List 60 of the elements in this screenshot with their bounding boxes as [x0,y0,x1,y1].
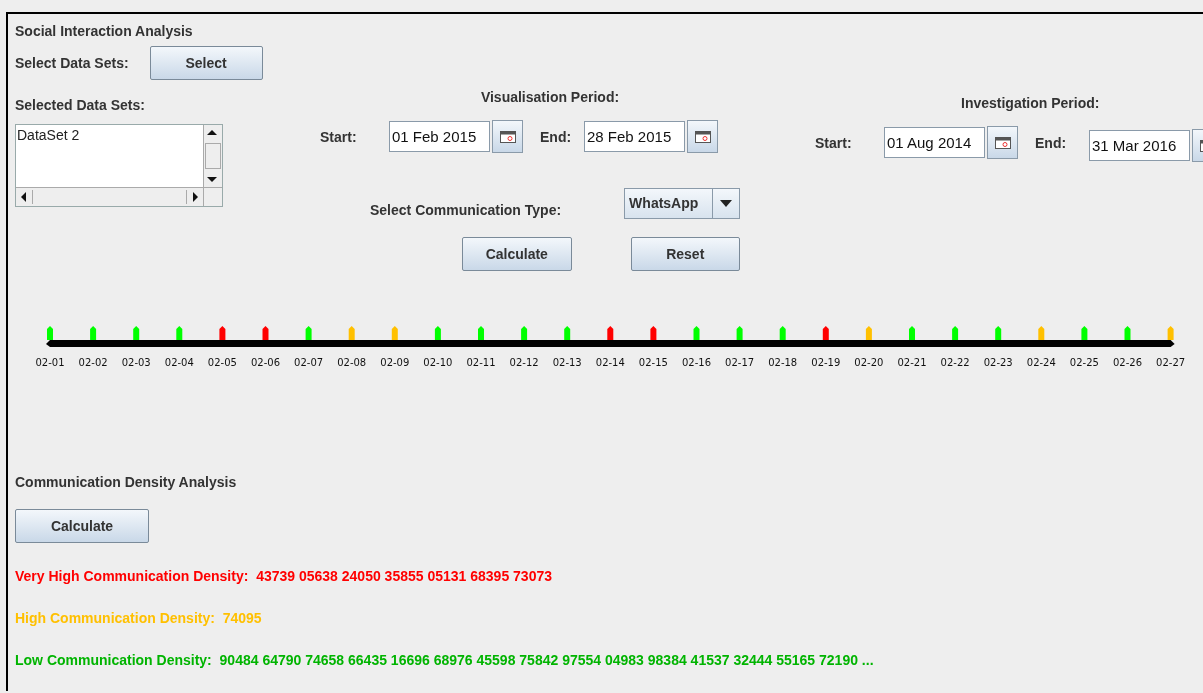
date-label: 02-03 [121,357,151,368]
date-label: 02-09 [380,357,410,368]
calculate-button[interactable]: Calculate [15,509,149,543]
calendar-button[interactable] [987,126,1018,159]
density-result: Very High Communication Density: 43739 05638 24050 35855 05131 68395 73073 [15,568,553,586]
communication-type-label: Select Communication Type: [370,201,562,218]
dropdown-arrow-icon [720,199,732,208]
density-result: High Communication Density: 74095 [15,610,263,628]
selected-data-sets-label: Selected Data Sets: [15,97,146,113]
date-label: 02-15 [638,357,668,368]
date-label: 02-02 [78,357,108,368]
date-label: 02-06 [250,357,281,368]
reset-button[interactable]: Reset [630,237,740,271]
date-label: 02-22 [940,357,970,368]
date-label: 02-04 [164,357,194,368]
calculate-button[interactable]: Calculate [462,237,572,271]
end-label: End: [540,128,573,145]
date-label: 02-14 [595,357,625,368]
date-label: 02-10 [423,357,453,368]
date-label: 02-05 [207,357,237,368]
data-set-list[interactable]: DataSet 2 [15,124,223,207]
date-label: 02-13 [552,357,582,368]
date-label: 02-18 [768,357,798,368]
select-button[interactable]: Select [149,46,263,80]
start-label: Start: [320,128,358,145]
end-date-field[interactable]: 28 Feb 2015 [584,121,685,152]
density-result: Low Communication Density: 90484 64790 74658 66435 16696 68976 45598 75842 97554 04983 98384 41537 32444 55165 72190 ... [15,652,875,670]
calendar-icon [994,136,1011,149]
date-label: 02-25 [1069,357,1099,368]
date-label: 02-01 [35,357,65,368]
date-label: 02-12 [509,357,539,368]
start-date-field[interactable]: 01 Feb 2015 [389,121,490,152]
calendar-button[interactable] [492,120,523,153]
date-label: 02-11 [466,357,496,368]
investigation-period-title: Investigation Period: [961,95,1101,111]
section-title: Communication Density Analysis [15,474,238,490]
date-label: 02-21 [897,357,927,368]
end-label: End: [1035,134,1068,151]
date-label: 02-26 [1112,357,1143,368]
visualisation-period-title: Visualisation Period: [480,89,620,105]
date-label: 02-16 [681,357,712,368]
end-date-field[interactable]: 31 Mar 2016 [1089,130,1190,161]
calendar-icon [694,130,711,143]
start-label: Start: [815,134,853,151]
start-date-field[interactable]: 01 Aug 2014 [884,127,985,158]
calendar-icon [499,130,516,143]
date-label: 02-24 [1026,357,1056,368]
list-item[interactable]: DataSet 2 [17,127,202,143]
date-label: 02-08 [337,357,367,368]
date-label: 02-27 [1156,357,1186,368]
calendar-button[interactable] [687,120,718,153]
section-title: Social Interaction Analysis [15,23,194,39]
date-label: 02-17 [725,357,755,368]
communication-type-dropdown[interactable]: WhatsApp [624,188,740,219]
date-label: 02-20 [854,357,884,368]
scrollbar-thumb[interactable] [205,143,221,169]
select-data-sets-label: Select Data Sets: [15,55,129,71]
date-label: 02-19 [811,357,841,368]
date-label: 02-23 [983,357,1013,368]
date-label: 02-07 [294,357,324,368]
